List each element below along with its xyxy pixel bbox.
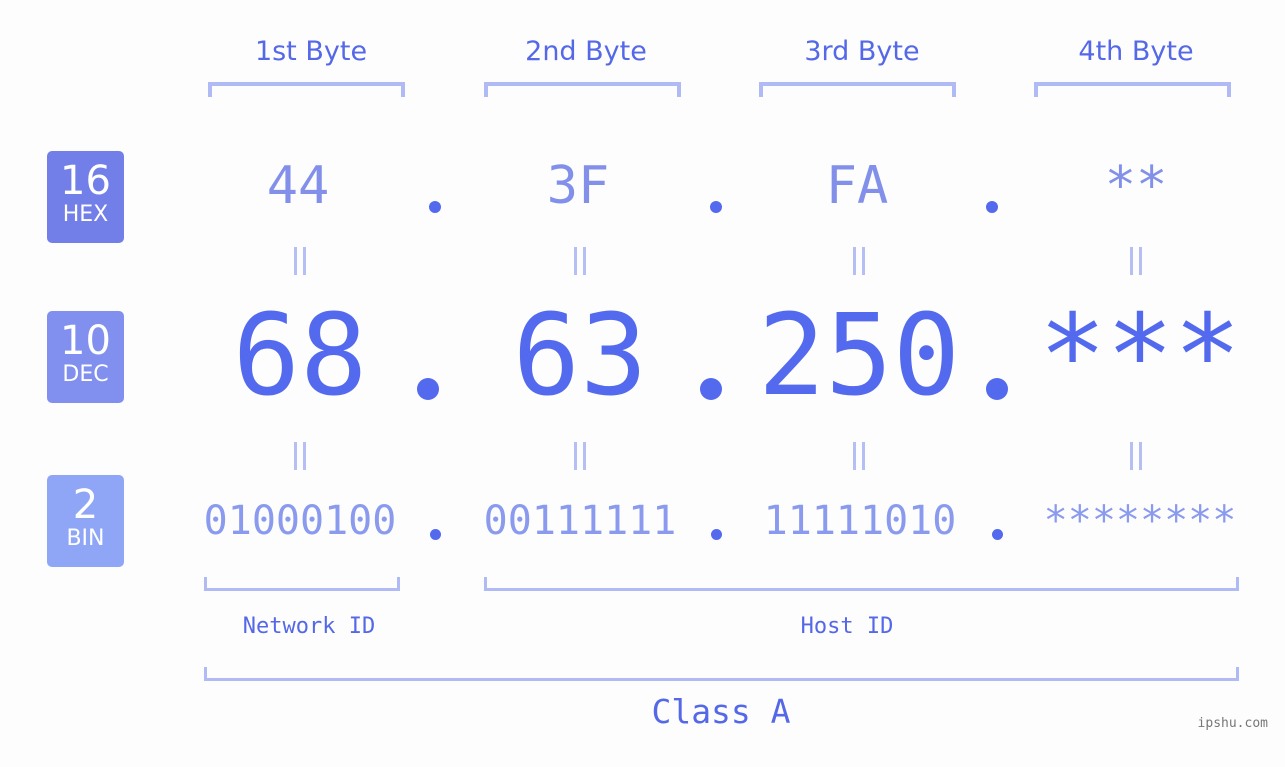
host-id-label: Host ID — [800, 614, 894, 639]
hex-separator-dot — [986, 201, 998, 213]
byte-bracket-1 — [208, 82, 405, 97]
bin-byte-4: ******** — [1043, 498, 1237, 544]
dec-separator-dot — [986, 378, 1008, 400]
bin-separator-dot — [430, 529, 441, 540]
network-id-bracket — [204, 577, 400, 591]
equals-icon — [1128, 442, 1144, 470]
bin-separator-dot — [992, 529, 1003, 540]
byte-bracket-3 — [759, 82, 956, 97]
equals-icon — [572, 247, 588, 275]
bin-byte-3: 11111010 — [763, 498, 957, 544]
byte-header-4: 4th Byte — [1078, 36, 1194, 67]
class-label: Class A — [651, 692, 791, 731]
class-bracket — [204, 667, 1239, 681]
byte-bracket-4 — [1034, 82, 1231, 97]
hex-badge: 16 HEX — [47, 151, 124, 243]
watermark: ipshu.com — [1197, 716, 1268, 731]
hex-byte-3: FA — [825, 156, 889, 216]
host-id-bracket — [484, 577, 1239, 591]
hex-label: HEX — [62, 202, 109, 227]
hex-byte-2: 3F — [546, 156, 610, 216]
dec-byte-1: 68 — [232, 291, 368, 421]
network-id-label: Network ID — [242, 614, 376, 639]
dec-byte-3: 250 — [757, 291, 961, 421]
equals-icon — [292, 247, 308, 275]
hex-base: 16 — [60, 158, 111, 204]
dec-label: DEC — [62, 362, 109, 387]
hex-byte-1: 44 — [266, 156, 330, 216]
byte-header-2: 2nd Byte — [525, 36, 647, 67]
dec-separator-dot — [700, 378, 722, 400]
byte-header-3: 3rd Byte — [804, 36, 920, 67]
bin-label: BIN — [66, 526, 105, 551]
dec-base: 10 — [60, 318, 111, 364]
bin-badge: 2 BIN — [47, 475, 124, 567]
dec-badge: 10 DEC — [47, 311, 124, 403]
byte-bracket-2 — [484, 82, 681, 97]
equals-icon — [851, 247, 867, 275]
equals-icon — [292, 442, 308, 470]
dec-separator-dot — [417, 378, 439, 400]
equals-icon — [572, 442, 588, 470]
bin-separator-dot — [711, 529, 722, 540]
bin-base: 2 — [72, 482, 99, 528]
bin-byte-2: 00111111 — [483, 498, 677, 544]
hex-separator-dot — [429, 201, 441, 213]
bin-byte-1: 01000100 — [203, 498, 397, 544]
hex-byte-4: ** — [1104, 156, 1168, 216]
dec-byte-2: 63 — [512, 291, 648, 421]
byte-header-1: 1st Byte — [254, 36, 368, 67]
hex-separator-dot — [710, 201, 722, 213]
dec-byte-4: *** — [1038, 291, 1242, 421]
equals-icon — [851, 442, 867, 470]
equals-icon — [1128, 247, 1144, 275]
